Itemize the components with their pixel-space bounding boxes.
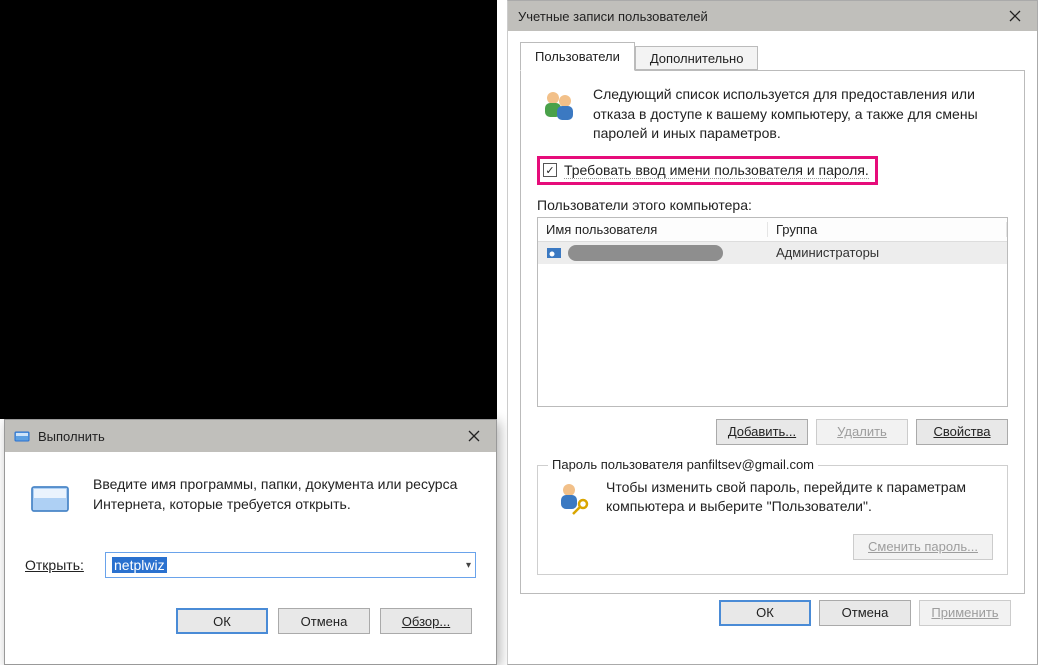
desktop-background [0, 0, 497, 419]
run-app-icon [25, 474, 75, 524]
cancel-button[interactable]: Отмена [819, 600, 911, 626]
add-user-button[interactable]: Добавить... [716, 419, 808, 445]
tab-users-page: Следующий список используется для предос… [520, 71, 1025, 594]
ok-button[interactable]: ОК [719, 600, 811, 626]
run-description: Введите имя программы, папки, документа … [93, 474, 476, 524]
user-accounts-dialog: Учетные записи пользователей Пользовател… [507, 0, 1038, 665]
users-list-label: Пользователи этого компьютера: [537, 197, 1008, 213]
users-list[interactable]: Имя пользователя Группа Администраторы [537, 217, 1008, 407]
change-password-button: Сменить пароль... [853, 534, 993, 560]
chevron-down-icon[interactable]: ▾ [466, 560, 471, 571]
tab-advanced[interactable]: Дополнительно [635, 46, 759, 70]
browse-button[interactable]: Обзор... [380, 608, 472, 634]
users-icon [537, 85, 581, 129]
column-username[interactable]: Имя пользователя [538, 222, 768, 237]
ua-title: Учетные записи пользователей [518, 9, 708, 24]
run-titlebar: Выполнить [5, 420, 496, 452]
close-button[interactable] [451, 420, 496, 452]
user-icon [546, 245, 562, 261]
open-label: Открыть: [25, 557, 105, 573]
properties-button[interactable]: Свойства [916, 419, 1008, 445]
ok-button[interactable]: ОК [176, 608, 268, 634]
list-header: Имя пользователя Группа [538, 218, 1007, 242]
list-item[interactable]: Администраторы [538, 242, 1007, 264]
apply-button: Применить [919, 600, 1011, 626]
open-input-value: netplwiz [112, 557, 167, 573]
password-section-legend: Пароль пользователя panfiltsev@gmail.com [548, 457, 818, 472]
run-dialog: Выполнить Введите имя программы, папки, … [4, 419, 497, 665]
user-group: Администраторы [768, 245, 1007, 260]
key-user-icon [552, 478, 594, 520]
close-icon [1009, 10, 1021, 22]
cancel-button[interactable]: Отмена [278, 608, 370, 634]
require-password-checkbox[interactable]: ✓ [543, 163, 557, 177]
remove-user-button: Удалить [816, 419, 908, 445]
require-password-label: Требовать ввод имени пользователя и паро… [564, 162, 869, 179]
run-title: Выполнить [38, 429, 451, 444]
password-section: Пароль пользователя panfiltsev@gmail.com… [537, 465, 1008, 575]
close-icon [468, 430, 480, 442]
password-section-text: Чтобы изменить свой пароль, перейдите к … [606, 478, 993, 520]
tab-users[interactable]: Пользователи [520, 42, 635, 71]
require-password-row: ✓ Требовать ввод имени пользователя и па… [537, 156, 878, 185]
ua-titlebar: Учетные записи пользователей [508, 1, 1037, 31]
username-redacted [568, 245, 723, 261]
close-button[interactable] [992, 1, 1037, 31]
run-title-icon [13, 427, 31, 445]
info-text: Следующий список используется для предос… [593, 85, 1008, 144]
open-combobox[interactable]: netplwiz ▾ [105, 552, 476, 578]
tab-strip: Пользователи Дополнительно [520, 41, 1025, 71]
column-group[interactable]: Группа [768, 222, 1007, 237]
